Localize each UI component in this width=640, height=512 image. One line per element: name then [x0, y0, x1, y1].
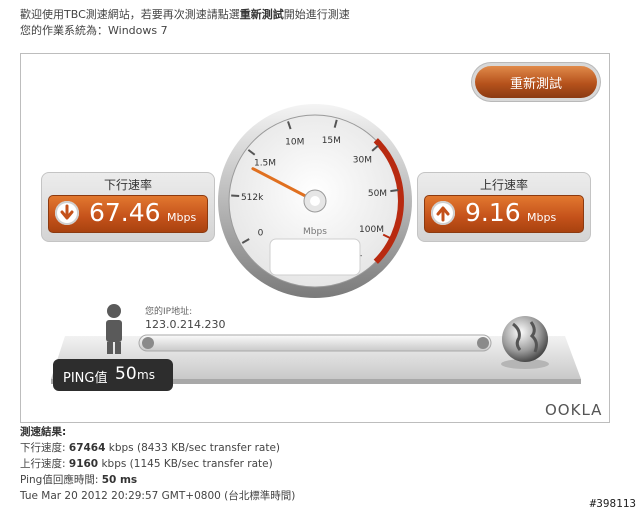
- results-upload-label: 上行速度:: [20, 458, 69, 470]
- retest-button[interactable]: 重新測試: [475, 66, 597, 98]
- gauge-tick-mark: [231, 194, 240, 198]
- gauge-tick-label: 100M: [359, 225, 384, 235]
- download-value: 67.46: [89, 198, 161, 227]
- results-ping-label: Ping值回應時間:: [20, 474, 102, 486]
- globe-icon: [501, 316, 549, 369]
- person-icon: [106, 304, 122, 354]
- ookla-logo-text: OOKLA: [545, 401, 603, 419]
- download-label: 下行速率: [103, 178, 152, 192]
- results-ping: Ping值回應時間: 50 ms: [20, 472, 137, 487]
- speed-gauge: 0512k1.5M10M15M30M50M100M120M+ Mbps: [218, 104, 412, 298]
- ookla-logo: OOKLA: [545, 401, 602, 419]
- results-datetime: Tue Mar 20 2012 20:29:57 GMT+0800 (台北標準時…: [20, 490, 296, 502]
- progress-end-cap: [477, 337, 489, 349]
- results-title: 測速結果:: [20, 424, 66, 439]
- os-info: 您的作業系統為：Windows 7: [20, 24, 168, 37]
- results-download: 下行速度: 67464 kbps (8433 KB/sec transfer r…: [20, 440, 280, 455]
- arrow-up-icon: [431, 201, 455, 225]
- results-upload: 上行速度: 9160 kbps (1145 KB/sec transfer ra…: [20, 456, 273, 471]
- download-unit: Mbps: [167, 211, 197, 224]
- ping-unit: ms: [137, 368, 155, 382]
- ip-label: 您的IP地址:: [145, 307, 193, 317]
- results-download-label: 下行速度:: [20, 442, 69, 454]
- download-box: 下行速率 67.46 Mbps: [41, 172, 215, 242]
- watermark: #398113: [589, 497, 636, 510]
- upload-box: 上行速率 9.16 Mbps: [417, 172, 591, 242]
- intro-text-end: 開始進行測速: [283, 8, 350, 21]
- results-download-value: 67464: [68, 442, 106, 454]
- gauge-tick-label: 15M: [322, 136, 341, 146]
- gauge-window: [269, 238, 361, 276]
- intro-text: 歡迎使用TBC測速網站，若要再次測速請點選: [20, 8, 240, 21]
- gauge-hub-center: [310, 196, 320, 206]
- gauge-tick-label: 30M: [353, 155, 372, 165]
- results-upload-rate: kbps (1145 KB/sec transfer rate): [98, 458, 273, 470]
- ping-badge: PING值 50 ms: [53, 359, 173, 391]
- upload-unit: Mbps: [527, 211, 557, 224]
- gauge-tick-mark: [390, 189, 399, 193]
- upload-value: 9.16: [465, 198, 521, 227]
- progress-start-cap: [142, 337, 154, 349]
- arrow-down-icon: [55, 201, 79, 225]
- download-value-box: 67.46 Mbps: [48, 195, 208, 233]
- gauge-unit: Mbps: [303, 227, 327, 237]
- intro-line-1: 歡迎使用TBC測速網站，若要再次測速請點選重新測試開始進行測速: [20, 6, 350, 22]
- ip-value: 123.0.214.230: [145, 318, 226, 331]
- ping-label: PING值: [63, 371, 108, 386]
- progress-bar: [138, 334, 492, 352]
- gauge-tick-label: 50M: [368, 189, 387, 199]
- intro-retest-highlight: 重新測試: [239, 8, 284, 21]
- upload-value-box: 9.16 Mbps: [424, 195, 584, 233]
- speedtest-panel: 重新測試 下行速率 67.46 Mbps 上行速率 9.16 Mbps 0 51…: [20, 53, 610, 423]
- results-upload-value: 9160: [68, 458, 99, 470]
- gauge-tick-label: 1.5M: [254, 159, 276, 169]
- gauge-tick-label: 0: [258, 229, 264, 239]
- gauge-tick-label: 512k: [241, 193, 264, 203]
- results-title-text: 測速結果:: [20, 426, 67, 438]
- gauge-tick-label: 10M: [285, 137, 304, 147]
- results-ping-value: 50 ms: [101, 474, 138, 486]
- ping-value: 50: [115, 364, 137, 384]
- upload-label: 上行速率: [479, 178, 528, 192]
- results-download-rate: kbps (8433 KB/sec transfer rate): [105, 442, 281, 454]
